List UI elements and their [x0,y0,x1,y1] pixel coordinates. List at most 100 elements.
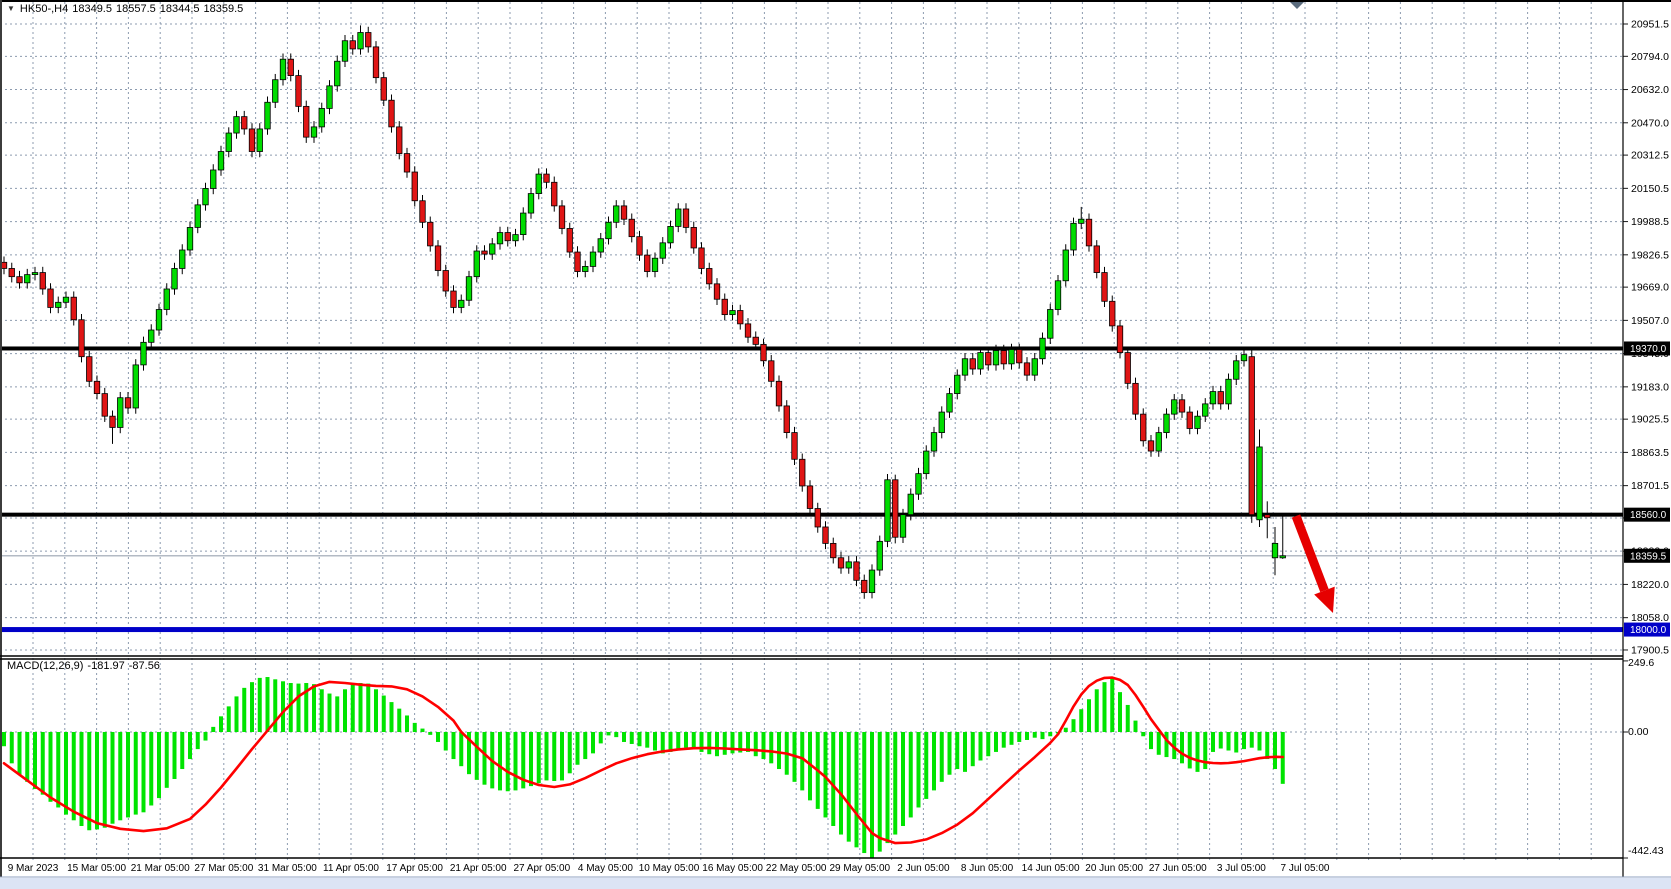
time-label[interactable]: 4 May 05:00 [578,863,633,874]
price-tick-label: 17900.5 [1631,644,1669,656]
time-label[interactable]: 21 Mar 05:00 [131,863,190,874]
candle-body [699,248,705,269]
macd-bar [366,684,370,732]
candle-body [1086,219,1092,246]
macd-bar [909,732,913,817]
macd-scale-zero: 0.00 [1628,726,1648,738]
macd-bar [762,732,766,759]
level-line-18000.0[interactable] [0,627,1623,632]
candle-body [629,219,635,236]
macd-bar [165,732,169,788]
time-label[interactable]: 9 Mar 2023 [8,863,59,874]
macd-signal-value: -87.56 [129,660,160,672]
macd-bar [428,732,432,735]
time-label[interactable]: 14 Jun 05:00 [1022,863,1080,874]
chevron-down-icon[interactable]: ▼ [7,4,15,13]
candle [265,97,271,135]
candle-body [273,80,279,103]
macd-bar [878,732,882,852]
time-label[interactable]: 29 May 05:00 [829,863,890,874]
macd-bar [483,732,487,785]
macd-bar [638,732,642,746]
candle-body [676,209,682,226]
macd-bar [552,732,556,781]
candle [335,55,341,91]
candle-body [955,375,961,393]
macd-bar [963,732,967,772]
price-badge-18359.5: 18359.5 [1624,549,1670,563]
time-label[interactable]: 21 Apr 05:00 [450,863,507,874]
frame-left [0,0,2,877]
time-label[interactable]: 27 Mar 05:00 [194,863,253,874]
candle-body [459,300,465,307]
time-label[interactable]: 7 Jul 05:00 [1281,863,1330,874]
macd-bar [955,732,959,769]
macd-main-value: -181.97 [87,660,124,672]
macd-bar [405,715,409,732]
macd-bar [242,688,246,732]
macd-indicator-label: MACD(12,26,9)-181.97-87.56 [7,660,164,672]
macd-bar [886,732,890,843]
time-label[interactable]: 16 May 05:00 [702,863,763,874]
candle-body [397,127,403,154]
candle [412,166,418,206]
candle-body [1133,383,1139,414]
time-label[interactable]: 17 Apr 05:00 [386,863,443,874]
time-label[interactable]: 8 Jun 05:00 [961,863,1014,874]
macd-bar [452,732,456,759]
time-label[interactable]: 27 Apr 05:00 [513,863,570,874]
candle-body [745,324,751,337]
candle-body [683,209,689,227]
candle-body [172,268,178,289]
chart-title[interactable]: ▼HK50-,H418349.518557.518344.518359.5 [7,3,247,15]
macd-bar [1258,732,1262,751]
candle-body [986,353,992,365]
candle [1048,304,1054,344]
candle-body [846,562,852,568]
candle-body [311,127,317,137]
candle-body [296,76,302,107]
chart-canvas[interactable]: 20951.520794.020632.020470.020312.520150… [0,0,1671,889]
candle-body [645,255,651,271]
time-label[interactable]: 27 Jun 05:00 [1149,863,1207,874]
candle-body [738,311,744,324]
candle-body [513,235,519,241]
time-label[interactable]: 11 Apr 05:00 [323,863,379,874]
macd-scale-min: -442.43 [1628,845,1664,857]
time-label[interactable]: 22 May 05:00 [766,863,827,874]
candle-body [691,227,697,248]
candle [373,41,379,83]
price-badge-19370.0: 19370.0 [1624,341,1670,355]
candle-body [862,580,868,592]
macd-bar [591,732,595,753]
macd-bar [374,689,378,732]
time-label[interactable]: 15 Mar 05:00 [67,863,126,874]
macd-bar [312,684,316,732]
candle [776,376,782,412]
level-line-19370.0[interactable] [0,346,1623,350]
macd-bar [1165,732,1169,757]
candle-body [125,398,131,408]
candle-body [614,206,620,222]
candle [389,94,395,132]
macd-bar [390,702,394,732]
candle-body [327,86,333,109]
macd-bar [1126,705,1130,732]
bottom-scroll-strip[interactable] [0,878,1671,889]
candle-body [133,365,139,408]
candle-body [180,250,186,268]
macd-bar [436,732,440,742]
time-label[interactable]: 31 Mar 05:00 [258,863,317,874]
macd-bar [1041,732,1045,739]
time-label[interactable]: 20 Jun 05:00 [1085,863,1143,874]
time-label[interactable]: 2 Jun 05:00 [897,863,950,874]
frame-top [0,0,1671,2]
candle-body [242,117,248,129]
candle-body [234,117,240,133]
time-label[interactable]: 10 May 05:00 [639,863,700,874]
price-badge-value: 18359.5 [1630,551,1667,562]
time-label[interactable]: 3 Jul 05:00 [1217,863,1266,874]
candle [800,454,806,492]
level-line-18560.0[interactable] [0,513,1623,517]
candle-body [490,244,496,254]
